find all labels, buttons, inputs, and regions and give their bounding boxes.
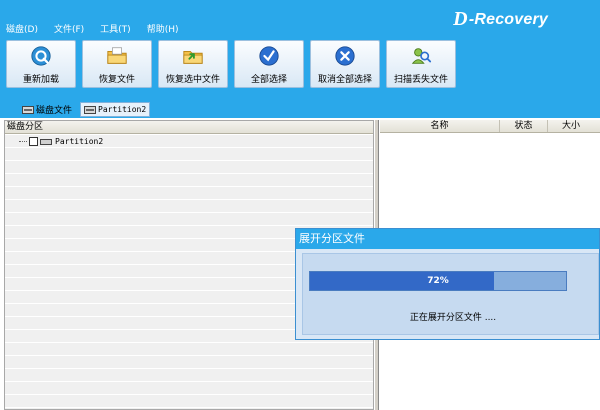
file-list-header: 名称 状态 大小 [380,120,600,133]
tab-partition2[interactable]: Partition2 [80,102,151,117]
tab-partition2-label: Partition2 [98,105,147,114]
folder-arrow-icon [183,50,203,64]
toolbar: 重新加载 恢复文件 恢复选中文件 全部选择 取消全部选择 扫描丢失文件 [6,40,462,90]
logo-mark: D [453,8,468,30]
check-circle-icon [259,46,279,66]
partition-checkbox[interactable] [29,137,38,146]
deselect-all-button[interactable]: 取消全部选择 [310,40,380,88]
x-circle-icon [335,46,355,66]
hard-drive-icon [40,138,52,145]
tree-node-partition2[interactable]: Partition2 [19,137,103,146]
logo-text: -Recovery [468,10,548,28]
tree-connector [19,141,27,142]
menu-help[interactable]: 帮助(H) [147,22,179,36]
deselect-all-label: 取消全部选择 [317,75,372,85]
column-name[interactable]: 名称 [380,120,500,132]
tab-disk-files[interactable]: 磁盘文件 [18,102,76,117]
hard-drive-icon [84,105,97,114]
search-person-icon [411,48,432,64]
menu-disk[interactable]: 磁盘(D) [6,22,38,36]
view-tabs: 磁盘文件 Partition2 [18,102,154,117]
menu-bar: 磁盘(D) 文件(F) 工具(T) 帮助(H) [6,22,194,36]
reload-label: 重新加载 [22,75,59,85]
column-size[interactable]: 大小 [548,120,600,132]
recover-selected-button[interactable]: 恢复选中文件 [158,40,228,88]
dialog-status-text: 正在展开分区文件 .... [409,313,497,323]
hard-drive-icon [22,105,34,114]
tab-disk-files-label: 磁盘文件 [36,106,73,116]
expand-partition-dialog: 展开分区文件 72% 正在展开分区文件 .... [295,228,600,340]
app-logo: D -Recovery [453,8,548,31]
app-header: 磁盘(D) 文件(F) 工具(T) 帮助(H) D -Recovery 重新加载… [0,0,600,118]
menu-tools[interactable]: 工具(T) [100,22,131,36]
dialog-body: 72% 正在展开分区文件 .... [302,253,599,335]
tree-node-label: Partition2 [55,137,104,146]
select-all-button[interactable]: 全部选择 [234,40,304,88]
progress-text: 72% [427,276,449,286]
refresh-icon [31,46,51,66]
reload-button[interactable]: 重新加载 [6,40,76,88]
menu-file[interactable]: 文件(F) [54,22,84,36]
dialog-title: 展开分区文件 [296,229,599,249]
folder-icon [107,47,127,64]
recover-files-label: 恢复文件 [98,75,135,85]
column-status[interactable]: 状态 [500,120,548,132]
scan-lost-files-button[interactable]: 扫描丢失文件 [386,40,456,88]
select-all-label: 全部选择 [250,75,287,85]
progress-bar: 72% [309,271,567,291]
recover-files-button[interactable]: 恢复文件 [82,40,152,88]
recover-selected-label: 恢复选中文件 [165,75,220,85]
partition-tree-header: 磁盘分区 [5,121,373,134]
scan-lost-files-label: 扫描丢失文件 [393,75,448,85]
